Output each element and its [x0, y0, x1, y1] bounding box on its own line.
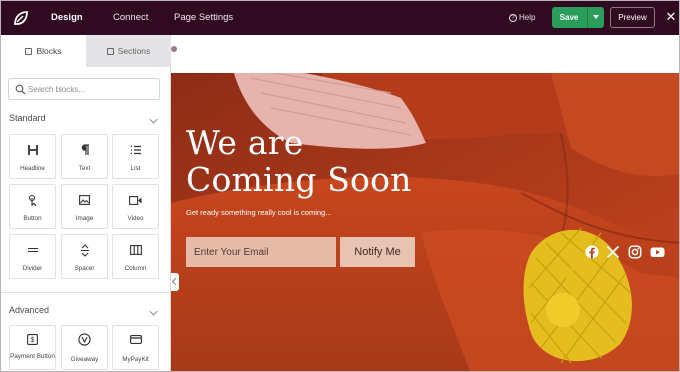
block-label: Text — [78, 165, 91, 172]
tab-design[interactable]: Design — [51, 1, 83, 35]
search-input[interactable] — [28, 82, 153, 97]
chevron-down-icon — [149, 307, 158, 316]
instagram-icon[interactable] — [628, 245, 642, 259]
block-label: Video — [127, 215, 144, 222]
list-icon — [113, 143, 158, 157]
facebook-icon[interactable] — [585, 245, 599, 259]
divider-icon — [10, 243, 55, 257]
search-box — [8, 78, 160, 100]
chevron-down-icon — [149, 115, 158, 124]
button-icon — [10, 193, 55, 207]
standard-section-header[interactable]: Standard — [9, 113, 159, 129]
block-image[interactable]: Image — [61, 184, 108, 229]
save-options-chevron-icon[interactable] — [587, 7, 604, 28]
email-field — [186, 237, 336, 267]
block-label: MyPayKit — [122, 356, 149, 363]
email-input[interactable] — [186, 237, 336, 267]
preview-button[interactable]: Preview — [610, 7, 655, 28]
block-headline[interactable]: Headline — [9, 134, 56, 179]
video-icon — [113, 193, 158, 207]
headline-line-2: Coming Soon — [186, 160, 412, 199]
block-label: List — [130, 165, 141, 172]
block-label: Payment Button — [10, 353, 55, 360]
seedprod-builder: Design Connect Page Settings ? Help Save … — [0, 0, 680, 372]
sidebar-collapse-chevron-icon[interactable] — [171, 273, 179, 291]
block-list[interactable]: List — [112, 134, 159, 179]
help-label: Help — [519, 13, 536, 22]
card-icon — [113, 332, 158, 346]
block-giveaway[interactable]: Giveaway — [61, 325, 108, 370]
sofa-background-image — [171, 73, 679, 371]
search-icon — [15, 84, 26, 95]
section-divider — [1, 292, 170, 293]
block-label: Giveaway — [70, 356, 99, 363]
hero-section[interactable]: We are Coming Soon Get ready something r… — [171, 73, 679, 371]
block-label: Button — [23, 215, 42, 222]
hero-headline[interactable]: We are Coming Soon — [186, 124, 412, 198]
tab-blocks-label: Blocks — [36, 46, 62, 56]
spacer-icon — [62, 243, 107, 257]
blocks-icon — [25, 48, 33, 55]
tab-sections-label: Sections — [117, 46, 151, 56]
block-column[interactable]: Column — [112, 234, 159, 279]
x-icon[interactable] — [606, 245, 620, 259]
sections-icon — [106, 48, 114, 55]
svg-text:$: $ — [31, 337, 35, 344]
hero-subtext[interactable]: Get ready something really cool is comin… — [186, 208, 331, 217]
close-icon[interactable]: ✕ — [665, 10, 677, 24]
block-label: Spacer — [74, 265, 95, 272]
social-icons — [585, 245, 665, 259]
page-canvas: We are Coming Soon Get ready something r… — [171, 35, 679, 371]
block-label: Image — [75, 215, 94, 222]
advanced-section-title: Advanced — [9, 305, 50, 315]
heading-icon — [10, 143, 55, 157]
drag-handle-icon[interactable] — [171, 46, 177, 52]
sidebar: Blocks Sections Standard Headline Text — [1, 35, 171, 371]
block-spacer[interactable]: Spacer — [61, 234, 108, 279]
save-button-group: Save — [552, 7, 604, 28]
youtube-icon[interactable] — [650, 245, 665, 259]
tab-page-settings[interactable]: Page Settings — [174, 1, 233, 35]
giveaway-icon — [62, 332, 107, 346]
top-bar: Design Connect Page Settings ? Help Save … — [1, 1, 679, 35]
logo-icon[interactable] — [11, 8, 31, 28]
notify-me-button[interactable]: Notify Me — [340, 237, 415, 267]
advanced-section-header[interactable]: Advanced — [9, 305, 159, 321]
block-label: Headline — [20, 165, 45, 172]
block-divider[interactable]: Divider — [9, 234, 56, 279]
block-payment-button[interactable]: $ Payment Button — [9, 325, 56, 370]
block-video[interactable]: Video — [112, 184, 159, 229]
save-button[interactable]: Save — [552, 7, 586, 28]
payment-icon: $ — [10, 332, 55, 346]
column-icon — [113, 243, 158, 257]
block-button[interactable]: Button — [9, 184, 56, 229]
standard-section-title: Standard — [9, 113, 46, 123]
block-label: Column — [124, 265, 147, 272]
block-label: Divider — [22, 265, 43, 272]
paragraph-icon — [62, 143, 107, 157]
block-text[interactable]: Text — [61, 134, 108, 179]
help-icon: ? — [509, 13, 517, 22]
tab-blocks[interactable]: Blocks — [1, 35, 86, 67]
tab-connect[interactable]: Connect — [113, 1, 148, 35]
block-mypaykit[interactable]: MyPayKit — [112, 325, 159, 370]
help-link[interactable]: ? Help — [509, 1, 535, 35]
image-icon — [62, 193, 107, 207]
tab-sections[interactable]: Sections — [86, 35, 171, 67]
headline-line-1: We are — [186, 123, 304, 162]
